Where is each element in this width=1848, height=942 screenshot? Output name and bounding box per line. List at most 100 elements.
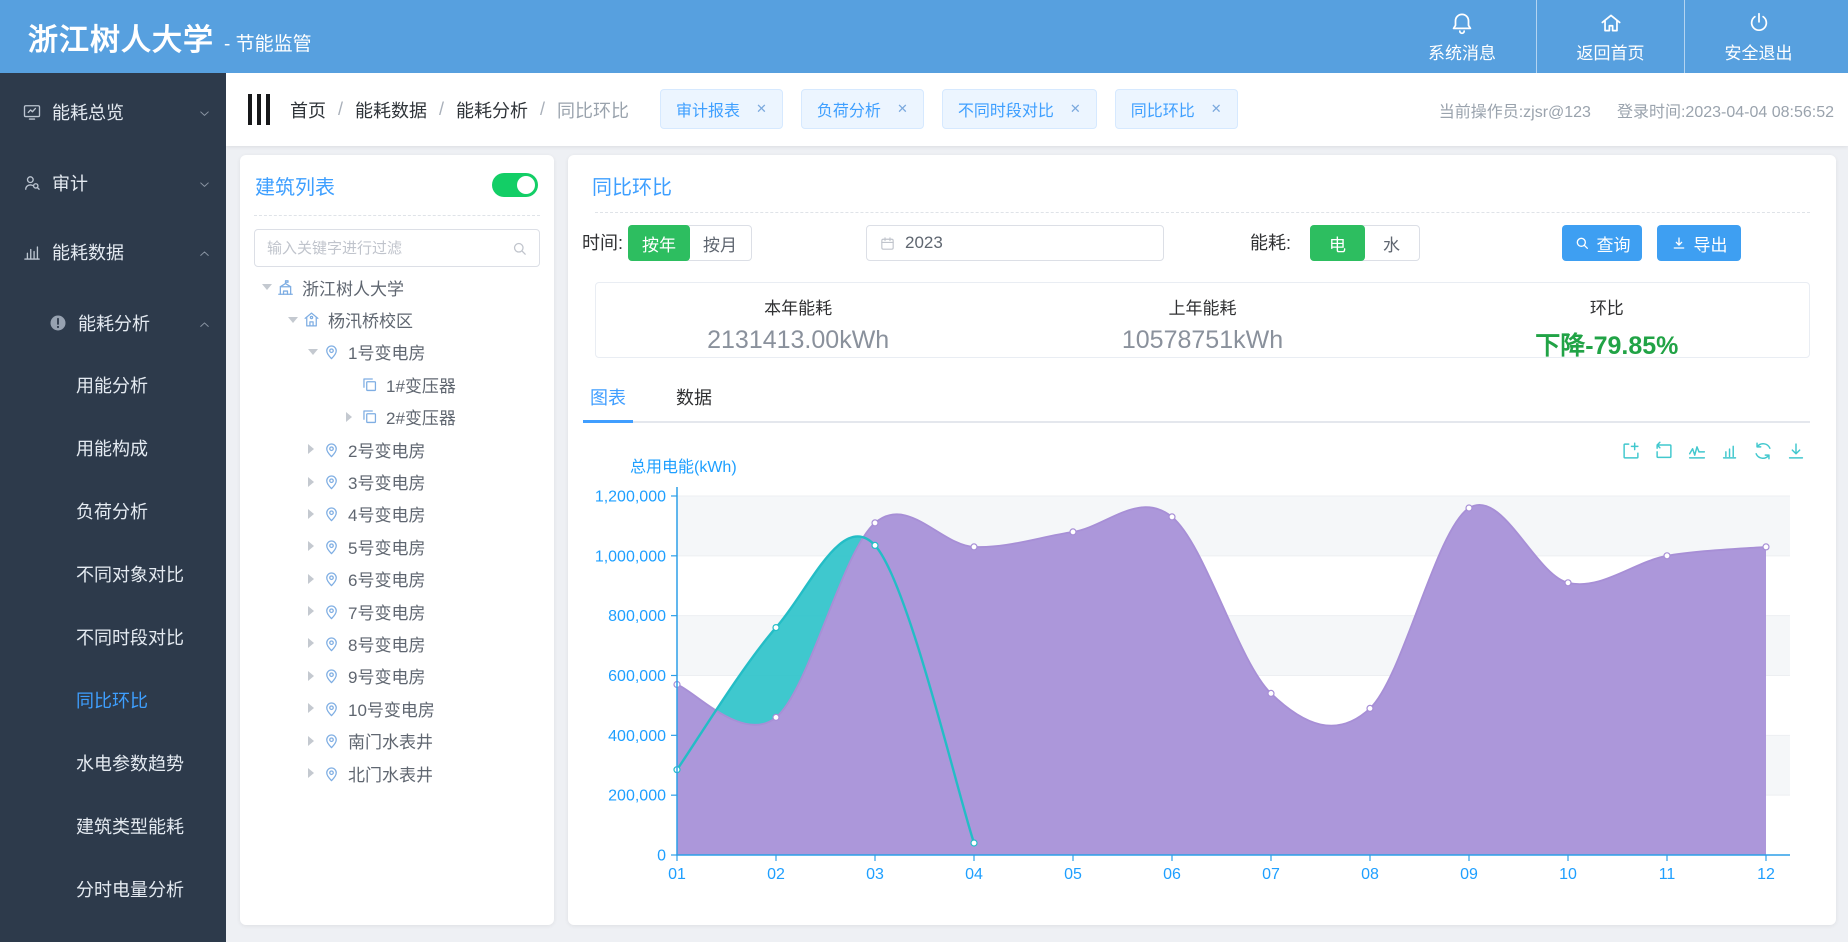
tree-node-9号变电房[interactable]: 9号变电房 [240, 660, 554, 692]
chev-up-icon [197, 246, 212, 261]
energy-option-电[interactable]: 电 [1310, 225, 1365, 261]
tree-filter-input[interactable] [267, 240, 511, 257]
tree-node-3号变电房[interactable]: 3号变电房 [240, 465, 554, 497]
sidebar-item-能耗总览[interactable]: 能耗总览 [0, 95, 226, 129]
building-list-toggle[interactable] [492, 173, 538, 197]
page-tab-不同时段对比[interactable]: 不同时段对比✕ [942, 89, 1097, 129]
close-icon[interactable]: ✕ [1070, 101, 1081, 117]
alert-circle-icon [48, 313, 68, 333]
refresh-icon [1752, 440, 1774, 462]
caret-right-icon[interactable] [308, 606, 322, 616]
tree-node-杨汛桥校区[interactable]: 杨汛桥校区 [240, 303, 554, 335]
zoom-box-icon[interactable] [1620, 440, 1642, 462]
calendar-icon [879, 235, 896, 252]
svg-text:0: 0 [657, 848, 666, 865]
sidebar-item-用能构成[interactable]: 用能构成 [0, 431, 226, 465]
bell-action[interactable]: 系统消息 [1388, 0, 1536, 73]
stat-label: 本年能耗 [764, 294, 832, 319]
power-action[interactable]: 安全退出 [1684, 0, 1832, 73]
close-icon[interactable]: ✕ [1211, 101, 1222, 117]
caret-right-icon[interactable] [308, 736, 322, 746]
download-icon[interactable] [1785, 440, 1807, 462]
sidebar-item-label: 不同时段对比 [76, 624, 184, 650]
page-tab-审计报表[interactable]: 审计报表✕ [660, 89, 783, 129]
export-button[interactable]: 导出 [1657, 225, 1741, 261]
sidebar-item-负荷分析[interactable]: 负荷分析 [0, 494, 226, 528]
tree-node-8号变电房[interactable]: 8号变电房 [240, 627, 554, 659]
energy-type-segment: 电水 [1310, 225, 1420, 261]
pin-icon [322, 569, 341, 588]
caret-right-icon[interactable] [308, 574, 322, 584]
time-option-按月[interactable]: 按月 [689, 226, 751, 260]
breadcrumb-item[interactable]: 首页 [290, 97, 326, 123]
tree-node-浙江树人大学[interactable]: 浙江树人大学 [240, 271, 554, 303]
tree-node-2号变电房[interactable]: 2号变电房 [240, 433, 554, 465]
tree-node-1号变电房[interactable]: 1号变电房 [240, 336, 554, 368]
energy-option-水[interactable]: 水 [1364, 226, 1419, 260]
caret-right-icon[interactable] [346, 412, 360, 422]
caret-right-icon[interactable] [308, 477, 322, 487]
sidebar-item-不同对象对比[interactable]: 不同对象对比 [0, 557, 226, 591]
sidebar-item-用能分析[interactable]: 用能分析 [0, 368, 226, 402]
svg-text:04: 04 [965, 866, 983, 883]
breadcrumb-item[interactable]: 能耗分析 [456, 97, 528, 123]
breadcrumb-separator: / [338, 99, 343, 120]
sidebar-item-同比环比[interactable]: 同比环比 [0, 683, 226, 717]
tree-node-1#变压器[interactable]: 1#变压器 [240, 368, 554, 400]
tree-node-南门水表井[interactable]: 南门水表井 [240, 724, 554, 756]
collapse-menu-icon[interactable] [248, 94, 270, 125]
caret-down-icon[interactable] [262, 284, 276, 290]
sidebar-item-分时电量分析[interactable]: 分时电量分析 [0, 872, 226, 906]
pin-icon [322, 472, 341, 491]
tree-node-6号变电房[interactable]: 6号变电房 [240, 563, 554, 595]
caret-right-icon[interactable] [308, 541, 322, 551]
sidebar-item-能耗数据[interactable]: 能耗数据 [0, 235, 226, 269]
search-icon [511, 240, 528, 257]
tree-node-label: 8号变电房 [348, 631, 425, 656]
sidebar-item-水电参数趋势[interactable]: 水电参数趋势 [0, 746, 226, 780]
tree-node-7号变电房[interactable]: 7号变电房 [240, 595, 554, 627]
sidebar-item-label: 水电参数趋势 [76, 750, 184, 776]
tree-node-5号变电房[interactable]: 5号变电房 [240, 530, 554, 562]
sidebar-item-label: 建筑类型能耗 [76, 813, 184, 839]
caret-right-icon[interactable] [308, 703, 322, 713]
home-action[interactable]: 返回首页 [1536, 0, 1684, 73]
close-icon[interactable]: ✕ [756, 101, 767, 117]
time-option-按年[interactable]: 按年 [628, 225, 690, 261]
bar-chart-icon[interactable] [1719, 440, 1741, 462]
sidebar-item-不同时段对比[interactable]: 不同时段对比 [0, 620, 226, 654]
view-tab-图表[interactable]: 图表 [583, 382, 633, 421]
caret-right-icon[interactable] [308, 509, 322, 519]
view-tab-数据[interactable]: 数据 [669, 382, 719, 421]
tree-node-4号变电房[interactable]: 4号变电房 [240, 498, 554, 530]
page-tab-负荷分析[interactable]: 负荷分析✕ [801, 89, 924, 129]
caret-right-icon[interactable] [308, 444, 322, 454]
sidebar-item-审计[interactable]: 审计 [0, 166, 226, 200]
breadcrumb-item[interactable]: 能耗数据 [355, 97, 427, 123]
sidebar-item-建筑类型能耗[interactable]: 建筑类型能耗 [0, 809, 226, 843]
caret-down-icon[interactable] [308, 349, 322, 355]
refresh-icon[interactable] [1752, 440, 1774, 462]
tree-node-10号变电房[interactable]: 10号变电房 [240, 692, 554, 724]
tree-node-北门水表井[interactable]: 北门水表井 [240, 757, 554, 789]
caret-right-icon[interactable] [308, 638, 322, 648]
building-list-panel: 建筑列表 浙江树人大学杨汛桥校区1号变电房1#变压器2#变压器2号变电房3号变电… [240, 155, 554, 925]
sidebar-item-label: 同比环比 [76, 687, 148, 713]
caret-right-icon[interactable] [308, 768, 322, 778]
tree-node-label: 3号变电房 [348, 469, 425, 494]
caret-right-icon[interactable] [308, 671, 322, 681]
query-button[interactable]: 查询 [1562, 225, 1642, 261]
pin-icon [322, 666, 341, 685]
close-icon[interactable]: ✕ [897, 101, 908, 117]
page-tab-同比环比[interactable]: 同比环比✕ [1115, 89, 1238, 129]
sidebar-item-label: 负荷分析 [76, 498, 148, 524]
line-chart-icon[interactable] [1686, 440, 1708, 462]
zoom-restore-icon[interactable] [1653, 440, 1675, 462]
bar-chart-icon [1719, 440, 1741, 462]
tree-node-2#变压器[interactable]: 2#变压器 [240, 401, 554, 433]
sidebar-item-能耗分析[interactable]: 能耗分析 [0, 306, 226, 340]
year-picker[interactable]: 2023 [866, 225, 1164, 261]
sidebar: 能耗总览审计能耗数据能耗分析用能分析用能构成负荷分析不同对象对比不同时段对比同比… [0, 73, 226, 942]
caret-down-icon[interactable] [288, 317, 302, 323]
search-icon [1574, 235, 1590, 251]
